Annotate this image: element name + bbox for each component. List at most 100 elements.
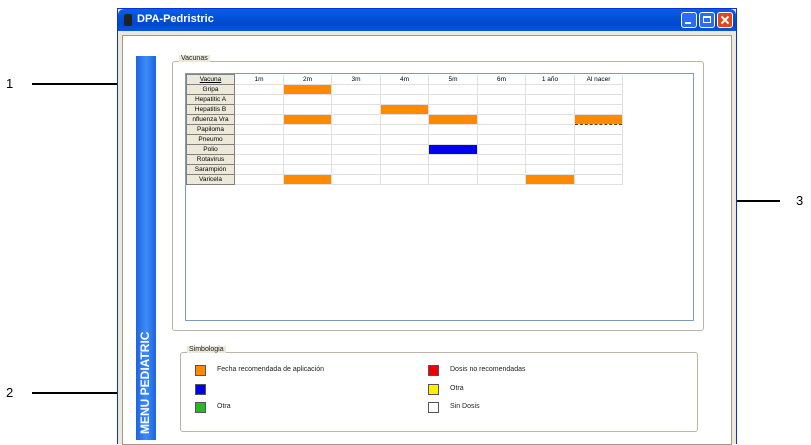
schedule-cell[interactable]	[477, 124, 526, 135]
schedule-cell[interactable]	[283, 144, 332, 155]
maximize-button[interactable]	[699, 12, 715, 28]
schedule-cell-orange[interactable]	[380, 104, 429, 115]
schedule-cell[interactable]	[234, 174, 284, 185]
close-button[interactable]	[717, 12, 733, 28]
schedule-cell-orange[interactable]	[283, 174, 332, 185]
schedule-cell[interactable]	[331, 84, 381, 95]
schedule-cell[interactable]	[477, 144, 526, 155]
schedule-cell[interactable]	[525, 134, 575, 145]
schedule-cell-blue[interactable]	[428, 144, 478, 155]
schedule-cell[interactable]	[525, 144, 575, 155]
schedule-cell[interactable]	[428, 174, 478, 185]
schedule-cell[interactable]	[331, 104, 381, 115]
schedule-cell[interactable]	[331, 124, 381, 135]
white-swatch	[428, 402, 439, 413]
title-bar[interactable]: DPA-Pedristric	[118, 9, 736, 31]
minimize-button[interactable]	[681, 12, 697, 28]
blue-swatch	[195, 384, 206, 395]
schedule-cell[interactable]	[234, 124, 284, 135]
schedule-cell[interactable]	[477, 174, 526, 185]
schedule-cell[interactable]	[380, 144, 429, 155]
schedule-cell[interactable]	[477, 164, 526, 175]
schedule-cell[interactable]	[283, 154, 332, 165]
schedule-cell[interactable]	[331, 154, 381, 165]
schedule-cell[interactable]	[283, 94, 332, 105]
schedule-cell-orange[interactable]	[428, 114, 478, 125]
schedule-cell[interactable]	[477, 114, 526, 125]
schedule-cell[interactable]	[574, 154, 623, 165]
schedule-cell-orange[interactable]	[525, 174, 575, 185]
schedule-cell[interactable]	[428, 154, 478, 165]
schedule-cell[interactable]	[477, 154, 526, 165]
schedule-cell[interactable]	[380, 84, 429, 95]
vaccine-grid[interactable]: Vacuna 1m 2m 3m 4m 5m 6m 1 año Al nacer Gripa Hepa…	[185, 73, 694, 321]
schedule-cell[interactable]	[428, 94, 478, 105]
schedule-cell[interactable]	[234, 154, 284, 165]
schedule-cell[interactable]	[525, 94, 575, 105]
legend-item-no-dose: Sin Dosis	[428, 402, 628, 414]
schedule-cell[interactable]	[331, 174, 381, 185]
schedule-cell[interactable]	[234, 134, 284, 145]
schedule-cell[interactable]	[380, 134, 429, 145]
schedule-cell[interactable]	[525, 154, 575, 165]
vaccine-name-cell: Hepatitic A	[186, 94, 235, 105]
schedule-cell[interactable]	[574, 174, 623, 185]
app-icon	[124, 14, 132, 26]
schedule-cell[interactable]	[525, 164, 575, 175]
schedule-cell[interactable]	[574, 124, 623, 135]
schedule-cell[interactable]	[525, 84, 575, 95]
schedule-cell[interactable]	[428, 124, 478, 135]
schedule-cell[interactable]	[331, 144, 381, 155]
schedule-cell[interactable]	[477, 104, 526, 115]
schedule-cell[interactable]	[380, 124, 429, 135]
grid-row: Hepatitis B	[186, 104, 623, 115]
schedule-cell[interactable]	[380, 94, 429, 105]
schedule-cell[interactable]	[525, 124, 575, 135]
schedule-cell[interactable]	[574, 144, 623, 155]
schedule-cell[interactable]	[331, 94, 381, 105]
schedule-cell[interactable]	[234, 104, 284, 115]
schedule-cell[interactable]	[428, 104, 478, 115]
schedule-cell[interactable]	[380, 154, 429, 165]
schedule-cell[interactable]	[283, 164, 332, 175]
vaccine-name-cell: nfluenza Vra	[186, 114, 235, 125]
schedule-cell[interactable]	[331, 114, 381, 125]
schedule-cell-dashed[interactable]	[574, 114, 623, 125]
schedule-cell[interactable]	[574, 104, 623, 115]
schedule-cell[interactable]	[283, 134, 332, 145]
schedule-cell[interactable]	[574, 84, 623, 95]
schedule-cell[interactable]	[331, 134, 381, 145]
vaccines-group-label: Vacunas	[179, 55, 210, 62]
schedule-cell[interactable]	[428, 164, 478, 175]
schedule-cell[interactable]	[525, 104, 575, 115]
schedule-cell[interactable]	[234, 84, 284, 95]
schedule-cell[interactable]	[234, 94, 284, 105]
schedule-cell[interactable]	[234, 114, 284, 125]
callout-2-label: 2	[6, 385, 14, 400]
schedule-cell[interactable]	[477, 94, 526, 105]
schedule-cell[interactable]	[428, 84, 478, 95]
schedule-cell-orange[interactable]	[283, 84, 332, 95]
schedule-cell[interactable]	[380, 114, 429, 125]
schedule-cell[interactable]	[283, 104, 332, 115]
schedule-cell[interactable]	[331, 164, 381, 175]
schedule-cell[interactable]	[477, 84, 526, 95]
schedule-cell-orange[interactable]	[283, 114, 332, 125]
vaccine-name-cell: Rotavirus	[186, 154, 235, 165]
schedule-cell[interactable]	[574, 94, 623, 105]
schedule-cell[interactable]	[428, 134, 478, 145]
schedule-cell[interactable]	[477, 134, 526, 145]
schedule-cell[interactable]	[283, 124, 332, 135]
schedule-cell[interactable]	[380, 164, 429, 175]
schedule-cell[interactable]	[574, 134, 623, 145]
schedule-cell[interactable]	[234, 164, 284, 175]
legend-label-recommended: Fecha recomendada de aplicación	[217, 366, 325, 373]
schedule-cell[interactable]	[574, 164, 623, 175]
side-menu-bar[interactable]: MENU PEDIATRIC	[136, 56, 156, 440]
schedule-cell[interactable]	[525, 114, 575, 125]
schedule-cell[interactable]	[234, 144, 284, 155]
vaccine-name-cell: Varicela	[186, 174, 235, 185]
yellow-swatch	[428, 384, 439, 395]
schedule-cell[interactable]	[380, 174, 429, 185]
vaccine-name-cell: Pneumo	[186, 134, 235, 145]
